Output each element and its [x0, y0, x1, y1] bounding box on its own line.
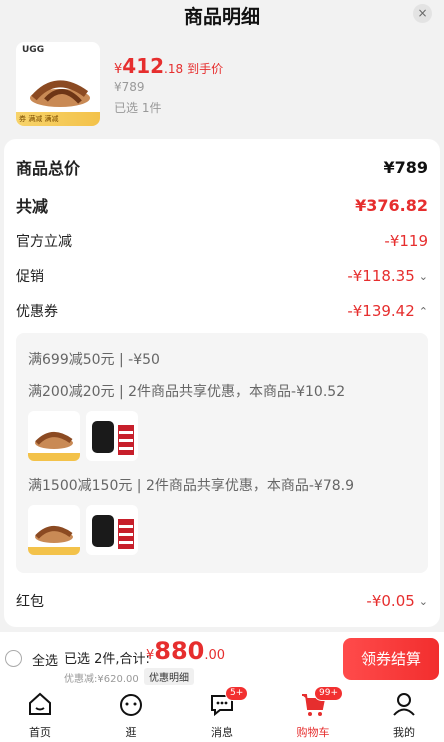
browse-icon — [120, 694, 142, 716]
select-all-checkbox[interactable] — [5, 650, 22, 667]
promo-value: -¥118.35 — [347, 267, 415, 285]
tab-profile[interactable]: 我的 — [374, 686, 434, 742]
chevron-down-icon[interactable]: ⌄ — [419, 270, 428, 283]
promo-strip: 券 满减 满减 — [16, 112, 100, 126]
selected-count: 已选 1件 — [114, 101, 162, 115]
coupon-row[interactable]: 优惠券 -¥139.42 ⌃ — [16, 301, 428, 321]
selected-summary: 已选 2件,合计: — [64, 652, 150, 667]
tab-home[interactable]: 首页 — [10, 686, 70, 742]
backpack-thumbnail[interactable] — [86, 411, 138, 461]
message-badge: 5+ — [225, 686, 249, 701]
backpack-thumbnail[interactable] — [86, 505, 138, 555]
product-thumbnail[interactable]: UGG 券 满减 满减 — [16, 42, 100, 126]
reduce-label: 共减 — [16, 197, 49, 216]
price-breakdown-card: 商品总价 ¥789 共减 ¥376.82 官方立减 -¥119 促销 -¥118… — [4, 139, 440, 627]
coupon-value: -¥139.42 — [347, 302, 415, 320]
checkout-bar: 全选 已选 2件,合计: ¥880.00 优惠减:¥620.00 优惠明细 领券… — [0, 632, 444, 686]
promo-row[interactable]: 促销 -¥118.35 ⌄ — [16, 266, 428, 286]
sandal-thumbnail[interactable] — [28, 505, 80, 555]
total-value: ¥789 — [383, 157, 428, 177]
cart-badge: 99+ — [314, 686, 343, 701]
tab-messages[interactable]: 5+ 消息 — [192, 686, 252, 742]
discount-detail-button[interactable]: 优惠明细 — [144, 668, 194, 685]
promo-label: 促销 — [16, 269, 44, 285]
checkout-button[interactable]: 领券结算 — [343, 638, 439, 680]
reduce-value: ¥376.82 — [355, 195, 428, 215]
total-price: ¥880.00 — [146, 637, 226, 665]
redpacket-label: 红包 — [16, 594, 44, 610]
coupon-line: 满200减20元 | 2件商品共享优惠，本商品-¥10.52 — [28, 384, 346, 400]
coupon-label: 优惠券 — [16, 304, 58, 320]
coupon-line: 满1500减150元 | 2件商品共享优惠，本商品-¥78.9 — [28, 478, 355, 494]
saved-amount: 优惠减:¥620.00 — [64, 674, 139, 685]
chevron-down-icon[interactable]: ⌄ — [419, 595, 428, 608]
original-price: ¥789 — [114, 80, 145, 94]
bottom-tab-bar: 首页 逛 5+ 消息 99+ 购物车 我的 — [0, 686, 444, 742]
total-label: 商品总价 — [16, 159, 81, 178]
sandal-thumbnail[interactable] — [28, 411, 80, 461]
home-icon — [29, 692, 51, 715]
coupon-line: 满699减50元 | -¥50 — [28, 352, 160, 368]
tab-cart[interactable]: 99+ 购物车 — [283, 686, 343, 742]
redpacket-value: -¥0.05 — [366, 592, 415, 610]
chevron-up-icon[interactable]: ⌃ — [419, 305, 428, 318]
product-header-area: 商品明细 × UGG 券 满减 满减 ¥412.18 到手价 ¥789 已选 1件 — [0, 0, 444, 138]
page-title: 商品明细 — [183, 6, 260, 28]
official-value: -¥119 — [384, 232, 428, 250]
total-row: 商品总价 ¥789 — [16, 155, 428, 179]
redpacket-row[interactable]: 红包 -¥0.05 ⌄ — [16, 591, 428, 611]
close-icon[interactable]: × — [413, 4, 432, 23]
official-label: 官方立减 — [16, 234, 72, 250]
coupon-details: 满699减50元 | -¥50 满200减20元 | 2件商品共享优惠，本商品-… — [16, 333, 428, 573]
final-price: ¥412.18 到手价 — [114, 54, 224, 78]
select-all-label[interactable]: 全选 — [32, 650, 58, 669]
official-row: 官方立减 -¥119 — [16, 231, 428, 251]
price-tag: 到手价 — [187, 62, 224, 76]
reduce-row: 共减 ¥376.82 — [16, 193, 428, 217]
profile-icon — [393, 693, 415, 716]
tab-browse[interactable]: 逛 — [101, 686, 161, 742]
